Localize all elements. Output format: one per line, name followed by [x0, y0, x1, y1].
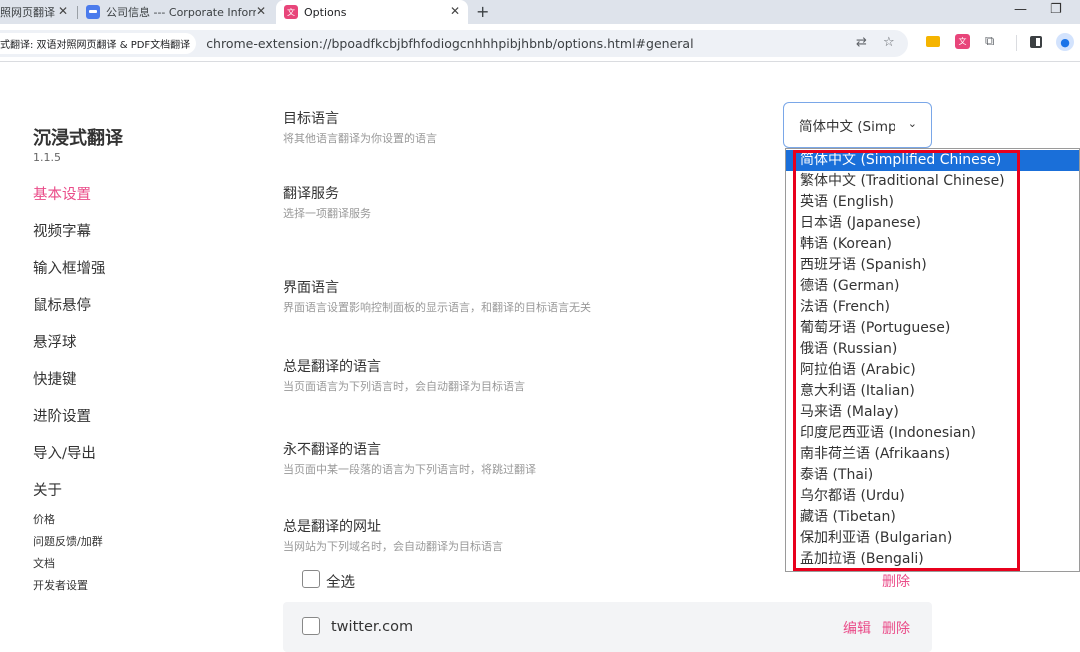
- sidebar-item-import-export[interactable]: 导入/导出: [33, 442, 96, 463]
- target-language-value: 简体中文 (Simplified Chinese): [799, 119, 895, 135]
- section-desc-never-translate-languages: 当页面中某一段落的语言为下列语言时，将跳过翻译: [283, 463, 536, 476]
- sidebar-link-docs[interactable]: 文档: [33, 555, 55, 571]
- dropdown-option[interactable]: 保加利亚语 (Bulgarian): [786, 528, 1079, 549]
- dropdown-option[interactable]: 孟加拉语 (Bengali): [786, 549, 1079, 570]
- browser-toolbar: 式翻译: 双语对照网页翻译 & PDF文档翻译 chrome-extension…: [0, 24, 1080, 62]
- close-tab-icon[interactable]: ✕: [450, 4, 460, 18]
- select-all-label: 全选: [326, 575, 355, 591]
- immersive-translate-extension-icon[interactable]: 文: [955, 34, 970, 49]
- immersive-translate-favicon-icon: 文: [284, 5, 298, 19]
- dropdown-option[interactable]: 日本语 (Japanese): [786, 213, 1079, 234]
- bookmark-star-icon[interactable]: ☆: [883, 35, 895, 50]
- section-title-target-language: 目标语言: [283, 111, 339, 127]
- dropdown-option[interactable]: 简体中文 (Simplified Chinese): [786, 150, 1079, 171]
- dropdown-option[interactable]: 南非荷兰语 (Afrikaans): [786, 444, 1079, 465]
- chevron-down-icon: ⌄: [907, 117, 917, 130]
- minimize-icon[interactable]: —: [1014, 2, 1027, 17]
- close-tab-icon[interactable]: ✕: [58, 4, 68, 18]
- sidebar-link-pricing[interactable]: 价格: [33, 511, 55, 527]
- sidebar-item-about[interactable]: 关于: [33, 479, 62, 500]
- app-version: 1.1.5: [33, 151, 61, 164]
- sidebar-item-floating-ball[interactable]: 悬浮球: [33, 331, 77, 352]
- dropdown-option[interactable]: 乌尔都语 (Urdu): [786, 486, 1079, 507]
- section-title-always-translate-urls: 总是翻译的网址: [283, 519, 381, 535]
- dropdown-option[interactable]: 法语 (French): [786, 297, 1079, 318]
- dropdown-option[interactable]: 葡萄牙语 (Portuguese): [786, 318, 1079, 339]
- language-dropdown-list[interactable]: 简体中文 (Simplified Chinese) 繁体中文 (Tradition…: [785, 148, 1080, 572]
- browser-tab-1[interactable]: 照网页翻译 ✕: [0, 0, 76, 24]
- sidebar-item-input-enhance[interactable]: 输入框增强: [33, 257, 106, 278]
- tab-title: 照网页翻译: [0, 6, 55, 19]
- tab-title: 公司信息 --- Corporate Inform: [106, 6, 256, 19]
- toolbar-divider: [1016, 35, 1017, 51]
- profile-avatar-icon[interactable]: ●: [1056, 33, 1074, 51]
- side-panel-icon[interactable]: [1030, 36, 1042, 48]
- section-title-interface-language: 界面语言: [283, 280, 339, 296]
- dropdown-option[interactable]: 英语 (English): [786, 192, 1079, 213]
- dropdown-option[interactable]: 韩语 (Korean): [786, 234, 1079, 255]
- translate-page-icon[interactable]: ⇄: [856, 35, 867, 50]
- edit-site-link[interactable]: 编辑: [843, 618, 871, 638]
- dropdown-option[interactable]: 阿拉伯语 (Arabic): [786, 360, 1079, 381]
- dropdown-option[interactable]: 西班牙语 (Spanish): [786, 255, 1079, 276]
- section-title-always-translate-languages: 总是翻译的语言: [283, 359, 381, 375]
- sidebar-link-developer[interactable]: 开发者设置: [33, 577, 88, 593]
- tab-title: Options: [304, 5, 347, 19]
- browser-tab-active[interactable]: 文 Options ✕: [276, 0, 468, 24]
- folder-extension-icon[interactable]: [926, 36, 940, 47]
- section-title-translation-service: 翻译服务: [283, 186, 339, 202]
- restore-icon[interactable]: ❐: [1050, 2, 1062, 17]
- dropdown-option[interactable]: 意大利语 (Italian): [786, 381, 1079, 402]
- new-tab-icon[interactable]: +: [476, 2, 489, 21]
- section-desc-translation-service: 选择一项翻译服务: [283, 207, 371, 220]
- dropdown-option[interactable]: 藏语 (Tibetan): [786, 507, 1079, 528]
- dropdown-option[interactable]: 马来语 (Malay): [786, 402, 1079, 423]
- section-desc-target-language: 将其他语言翻译为你设置的语言: [283, 132, 437, 145]
- url-text[interactable]: chrome-extension://bpoadfkcbjbfhfodiogcn…: [206, 36, 693, 51]
- section-desc-always-translate-languages: 当页面语言为下列语言时，会自动翻译为目标语言: [283, 380, 525, 393]
- tab-strip: 照网页翻译 ✕ 公司信息 --- Corporate Inform ✕ 文 Op…: [0, 0, 1080, 24]
- site-checkbox[interactable]: [302, 617, 320, 635]
- sidebar-item-basic-settings[interactable]: 基本设置: [33, 183, 91, 204]
- sidebar-item-shortcuts[interactable]: 快捷键: [33, 368, 77, 389]
- section-desc-interface-language: 界面语言设置影响控制面板的显示语言，和翻译的目标语言无关: [283, 301, 591, 314]
- extensions-puzzle-icon[interactable]: ⧉: [985, 34, 994, 49]
- delete-selected-link[interactable]: 删除: [882, 571, 910, 591]
- dropdown-option[interactable]: 泰语 (Thai): [786, 465, 1079, 486]
- app-title: 沉浸式翻译: [33, 128, 123, 149]
- dropdown-option[interactable]: 繁体中文 (Traditional Chinese): [786, 171, 1079, 192]
- dropdown-option[interactable]: 俄语 (Russian): [786, 339, 1079, 360]
- sidebar-item-video-subtitles[interactable]: 视频字幕: [33, 220, 91, 241]
- close-tab-icon[interactable]: ✕: [256, 4, 266, 18]
- sidebar-item-mouse-hover[interactable]: 鼠标悬停: [33, 294, 91, 315]
- extension-origin-chip[interactable]: 式翻译: 双语对照网页翻译 & PDF文档翻译: [0, 33, 197, 54]
- section-desc-always-translate-urls: 当网站为下列域名时，会自动翻译为目标语言: [283, 540, 503, 553]
- sidebar-link-feedback[interactable]: 问题反馈/加群: [33, 533, 103, 549]
- dropdown-option[interactable]: 德语 (German): [786, 276, 1079, 297]
- section-title-never-translate-languages: 永不翻译的语言: [283, 442, 381, 458]
- target-language-select[interactable]: 简体中文 (Simplified Chinese) ⌄: [783, 102, 932, 148]
- browser-tab-2[interactable]: 公司信息 --- Corporate Inform ✕: [78, 0, 274, 24]
- select-all-checkbox[interactable]: [302, 570, 320, 588]
- delete-site-link[interactable]: 删除: [882, 618, 910, 638]
- dropdown-option[interactable]: 印度尼西亚语 (Indonesian): [786, 423, 1079, 444]
- site-domain: twitter.com: [331, 619, 414, 635]
- robot-favicon-icon: [86, 5, 100, 19]
- sidebar-item-advanced[interactable]: 进阶设置: [33, 405, 91, 426]
- address-bar[interactable]: 式翻译: 双语对照网页翻译 & PDF文档翻译 chrome-extension…: [0, 30, 908, 57]
